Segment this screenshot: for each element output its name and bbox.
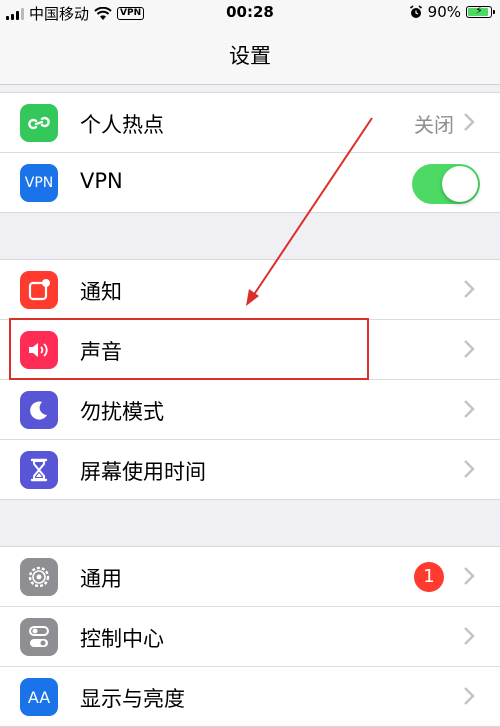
battery-percent: 90% [427,3,461,21]
settings-row-do-not-disturb[interactable]: 勿扰模式 [0,380,500,440]
settings-row-label: 通知 [80,280,122,304]
highlight-box [9,318,369,380]
settings-row-display[interactable]: AA 显示与亮度 [0,667,500,726]
settings-row-general[interactable]: 通用 1 [0,547,500,607]
battery-icon: ⚡ [466,4,495,18]
chevron-right-icon [464,280,475,298]
moon-icon [20,391,58,429]
toggle-knob [442,166,478,202]
settings-row-notifications[interactable]: 通知 [0,260,500,320]
chevron-right-icon [464,567,475,585]
status-bar: 中国移动 VPN 00:28 90% ⚡ [0,0,500,24]
settings-row-label: 通用 [80,567,122,591]
chevron-right-icon [464,340,475,358]
nav-bar: 设置 [0,24,500,85]
vpn-toggle[interactable] [412,164,480,204]
alarm-icon [409,5,422,18]
hourglass-icon [20,451,58,489]
settings-row-screen-time[interactable]: 屏幕使用时间 [0,440,500,499]
gear-icon [20,558,58,596]
settings-row-label: VPN [80,169,123,193]
chevron-right-icon [464,400,475,418]
vpn-icon: VPN [20,164,58,202]
hotspot-status-value: 关闭 [414,113,454,137]
settings-row-hotspot[interactable]: 个人热点 关闭 [0,93,500,153]
settings-group-network: 个人热点 关闭 VPN VPN [0,92,500,213]
notifications-icon [20,271,58,309]
page-title: 设置 [229,44,271,68]
update-count-badge: 1 [414,562,444,592]
status-right: 90% ⚡ [409,3,495,21]
chevron-right-icon [464,627,475,645]
settings-row-label: 控制中心 [80,627,164,651]
chevron-right-icon [464,687,475,705]
settings-row-vpn[interactable]: VPN VPN [0,153,500,212]
chevron-right-icon [464,460,475,478]
switches-icon [20,618,58,656]
settings-row-label: 勿扰模式 [80,400,164,424]
display-icon: AA [20,678,58,716]
charging-bolt-icon: ⚡ [475,4,483,17]
chevron-right-icon [464,113,475,131]
settings-row-label: 个人热点 [80,113,164,137]
vpn-icon-text: VPN [24,175,54,191]
settings-row-label: 屏幕使用时间 [80,460,206,484]
settings-group-general: 通用 1 控制中心 AA 显示与亮度 [0,546,500,727]
display-icon-text: AA [27,687,51,707]
settings-row-control-center[interactable]: 控制中心 [0,607,500,667]
hotspot-icon [20,104,58,142]
